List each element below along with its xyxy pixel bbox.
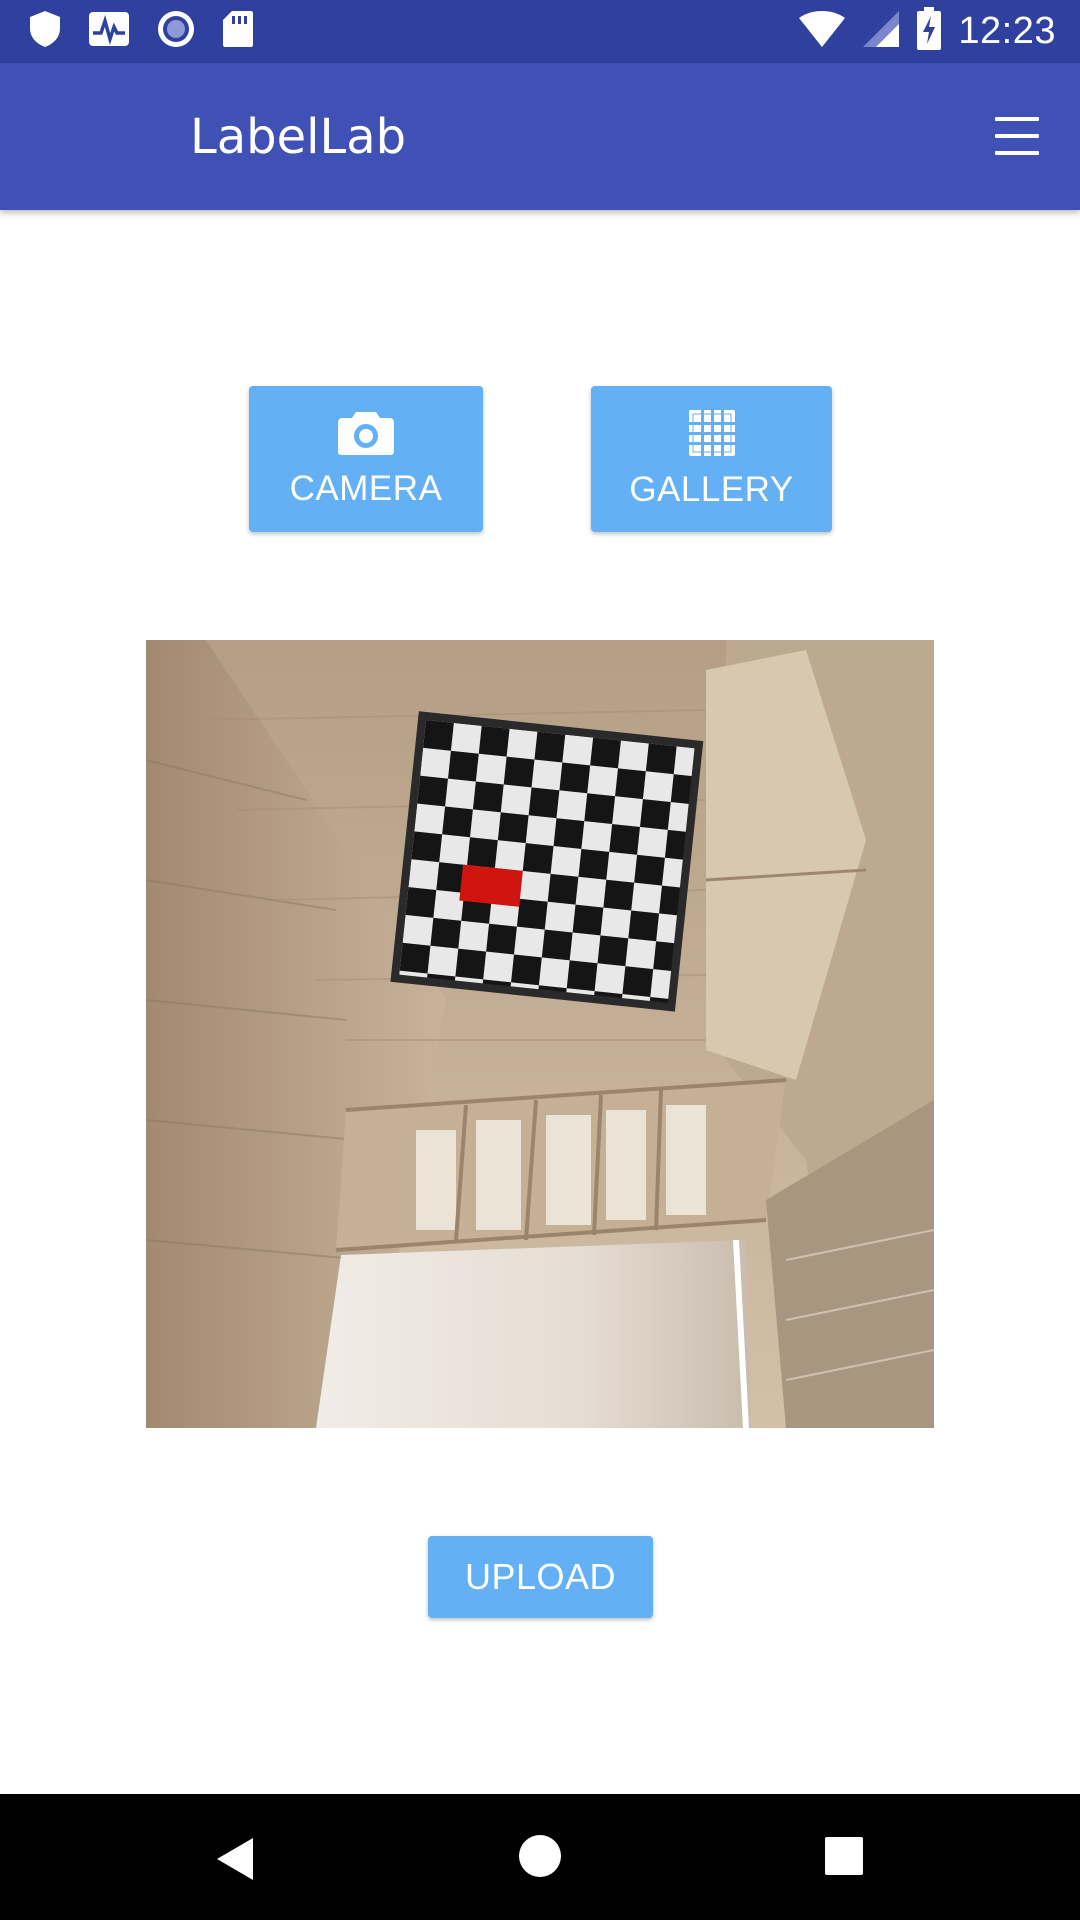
home-icon[interactable] — [518, 1834, 562, 1883]
grid-icon — [688, 409, 736, 462]
recents-icon[interactable] — [824, 1836, 864, 1881]
sd-card-icon — [222, 10, 254, 53]
status-left-icons — [28, 9, 280, 54]
shield-icon — [28, 10, 62, 53]
camera-button-label: CAMERA — [289, 468, 443, 508]
status-right-icons: 12:23 — [782, 7, 1056, 56]
signal-icon — [862, 10, 900, 53]
navigation-bar — [0, 1794, 1080, 1920]
hamburger-menu-icon[interactable] — [992, 111, 1042, 161]
record-icon — [156, 9, 196, 54]
camera-icon — [337, 410, 395, 461]
status-time: 12:23 — [958, 10, 1056, 52]
battery-charging-icon — [916, 7, 942, 56]
wifi-icon — [798, 10, 846, 53]
status-bar: 12:23 — [0, 0, 1080, 63]
activity-icon — [88, 11, 130, 52]
app-title: LabelLab — [190, 109, 407, 165]
upload-button-label: UPLOAD — [464, 1556, 617, 1597]
gallery-button-label: GALLERY — [629, 469, 794, 509]
camera-button[interactable]: CAMERA — [249, 386, 483, 532]
gallery-button[interactable]: GALLERY — [591, 386, 832, 532]
room-photo — [146, 640, 934, 1428]
app-bar: LabelLab — [0, 63, 1080, 210]
back-icon[interactable] — [215, 1836, 255, 1887]
upload-button[interactable]: UPLOAD — [428, 1536, 653, 1618]
preview-image — [146, 640, 934, 1428]
